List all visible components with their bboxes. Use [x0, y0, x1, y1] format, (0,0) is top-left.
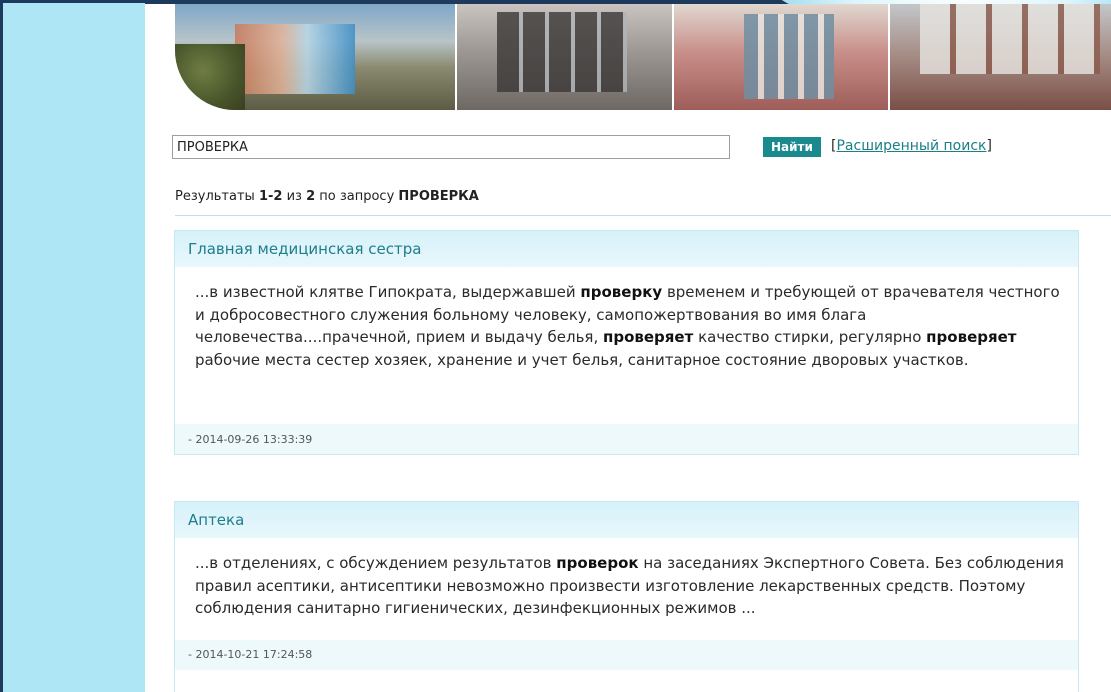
result-snippet: ...в отделениях, с обсуждением результат… — [175, 538, 1078, 630]
result-header: Аптека — [175, 502, 1078, 538]
snippet-highlight: проверяет — [602, 328, 694, 346]
summary-prefix: Результаты — [175, 189, 259, 204]
result-title-link[interactable]: Главная медицинская сестра — [188, 240, 421, 258]
results-summary: Результаты 1-2 из 2 по запросу ПРОВЕРКА — [175, 189, 479, 204]
snippet-text: ...в отделениях, с обсуждением результат… — [195, 554, 557, 572]
advanced-search: [Расширенный поиск] — [831, 138, 992, 154]
banner-photo-building — [175, 4, 456, 110]
result-date: - 2014-10-21 17:24:58 — [175, 639, 1078, 670]
search-input[interactable] — [172, 135, 730, 159]
result-date: - 2014-09-26 13:33:39 — [175, 424, 1078, 454]
result-snippet: ...в известной клятве Гипократа, выдержа… — [175, 267, 1078, 381]
summary-of: из — [282, 189, 307, 204]
snippet-highlight: проверок — [556, 554, 639, 572]
banner-photo-doors — [671, 4, 889, 110]
snippet-text: ...в известной клятве Гипократа, выдержа… — [195, 283, 581, 301]
summary-total: 2 — [306, 189, 316, 204]
summary-range: 1-2 — [258, 189, 283, 204]
snippet-highlight: проверку — [580, 283, 663, 301]
banner-photo-entrance — [455, 4, 672, 110]
header-banner — [175, 4, 1111, 110]
slide-frame-left-panel — [0, 0, 145, 692]
result-card: Главная медицинская сестра ...в известно… — [174, 230, 1079, 455]
search-bar: Найти [Расширенный поиск] — [172, 135, 1011, 161]
snippet-text: рабочие места сестер хозяек, хранение и … — [195, 350, 969, 369]
search-results-page: Найти [Расширенный поиск] Результаты 1-2… — [145, 4, 1111, 692]
banner-photo-columns — [888, 4, 1111, 110]
summary-query: ПРОВЕРКА — [398, 189, 479, 204]
result-header: Главная медицинская сестра — [175, 231, 1078, 267]
snippet-text: качество стирки, регулярно — [693, 328, 927, 346]
snippet-highlight: проверяет — [926, 328, 1017, 346]
result-title-link[interactable]: Аптека — [188, 511, 244, 529]
bracket-close: ] — [986, 138, 992, 154]
results-divider — [175, 215, 1111, 216]
result-card: Аптека ...в отделениях, с обсуждением ре… — [174, 501, 1079, 692]
summary-query-label: по запросу — [315, 189, 399, 204]
search-button[interactable]: Найти — [763, 137, 821, 157]
advanced-search-link[interactable]: Расширенный поиск — [836, 138, 986, 154]
